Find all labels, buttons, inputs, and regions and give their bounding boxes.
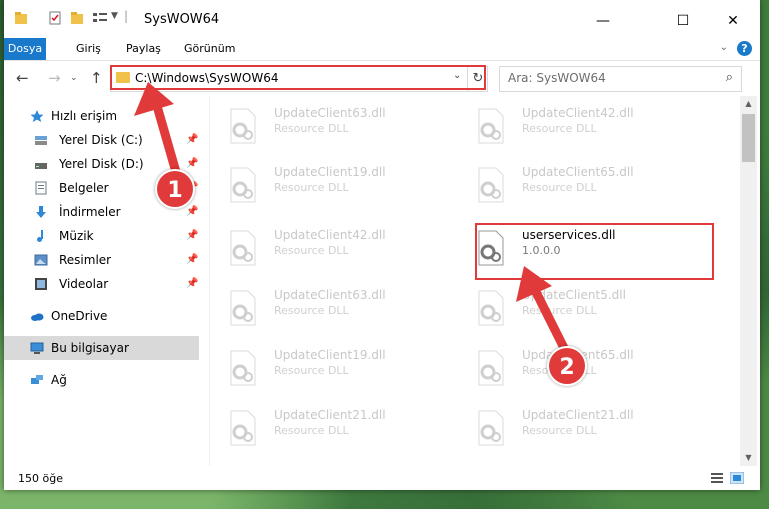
arrow-1 xyxy=(134,82,181,177)
step-badge-1: 1 xyxy=(155,169,195,209)
step-badge-2: 2 xyxy=(547,346,587,386)
arrow-2 xyxy=(516,266,571,357)
annotation-arrows xyxy=(134,82,571,357)
